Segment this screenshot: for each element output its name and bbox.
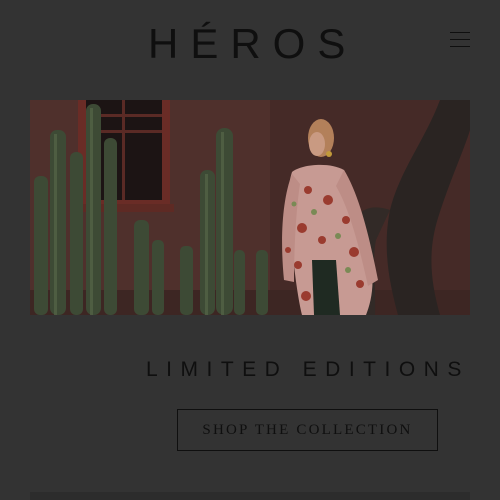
next-section-edge xyxy=(30,492,470,500)
limited-editions-heading: LIMITED EDITIONS xyxy=(146,358,470,381)
hero-illustration xyxy=(30,100,470,315)
brand-logo[interactable]: HÉROS xyxy=(148,20,352,68)
hamburger-menu-icon[interactable] xyxy=(446,28,474,50)
menu-line xyxy=(450,32,470,33)
menu-line xyxy=(450,46,470,47)
hero-image[interactable] xyxy=(30,100,470,315)
page: HÉROS LIMITED EDITIONS SHOP THE COLLECTI… xyxy=(0,0,500,500)
menu-line xyxy=(450,39,470,40)
shop-collection-button[interactable]: SHOP THE COLLECTION xyxy=(177,409,438,451)
